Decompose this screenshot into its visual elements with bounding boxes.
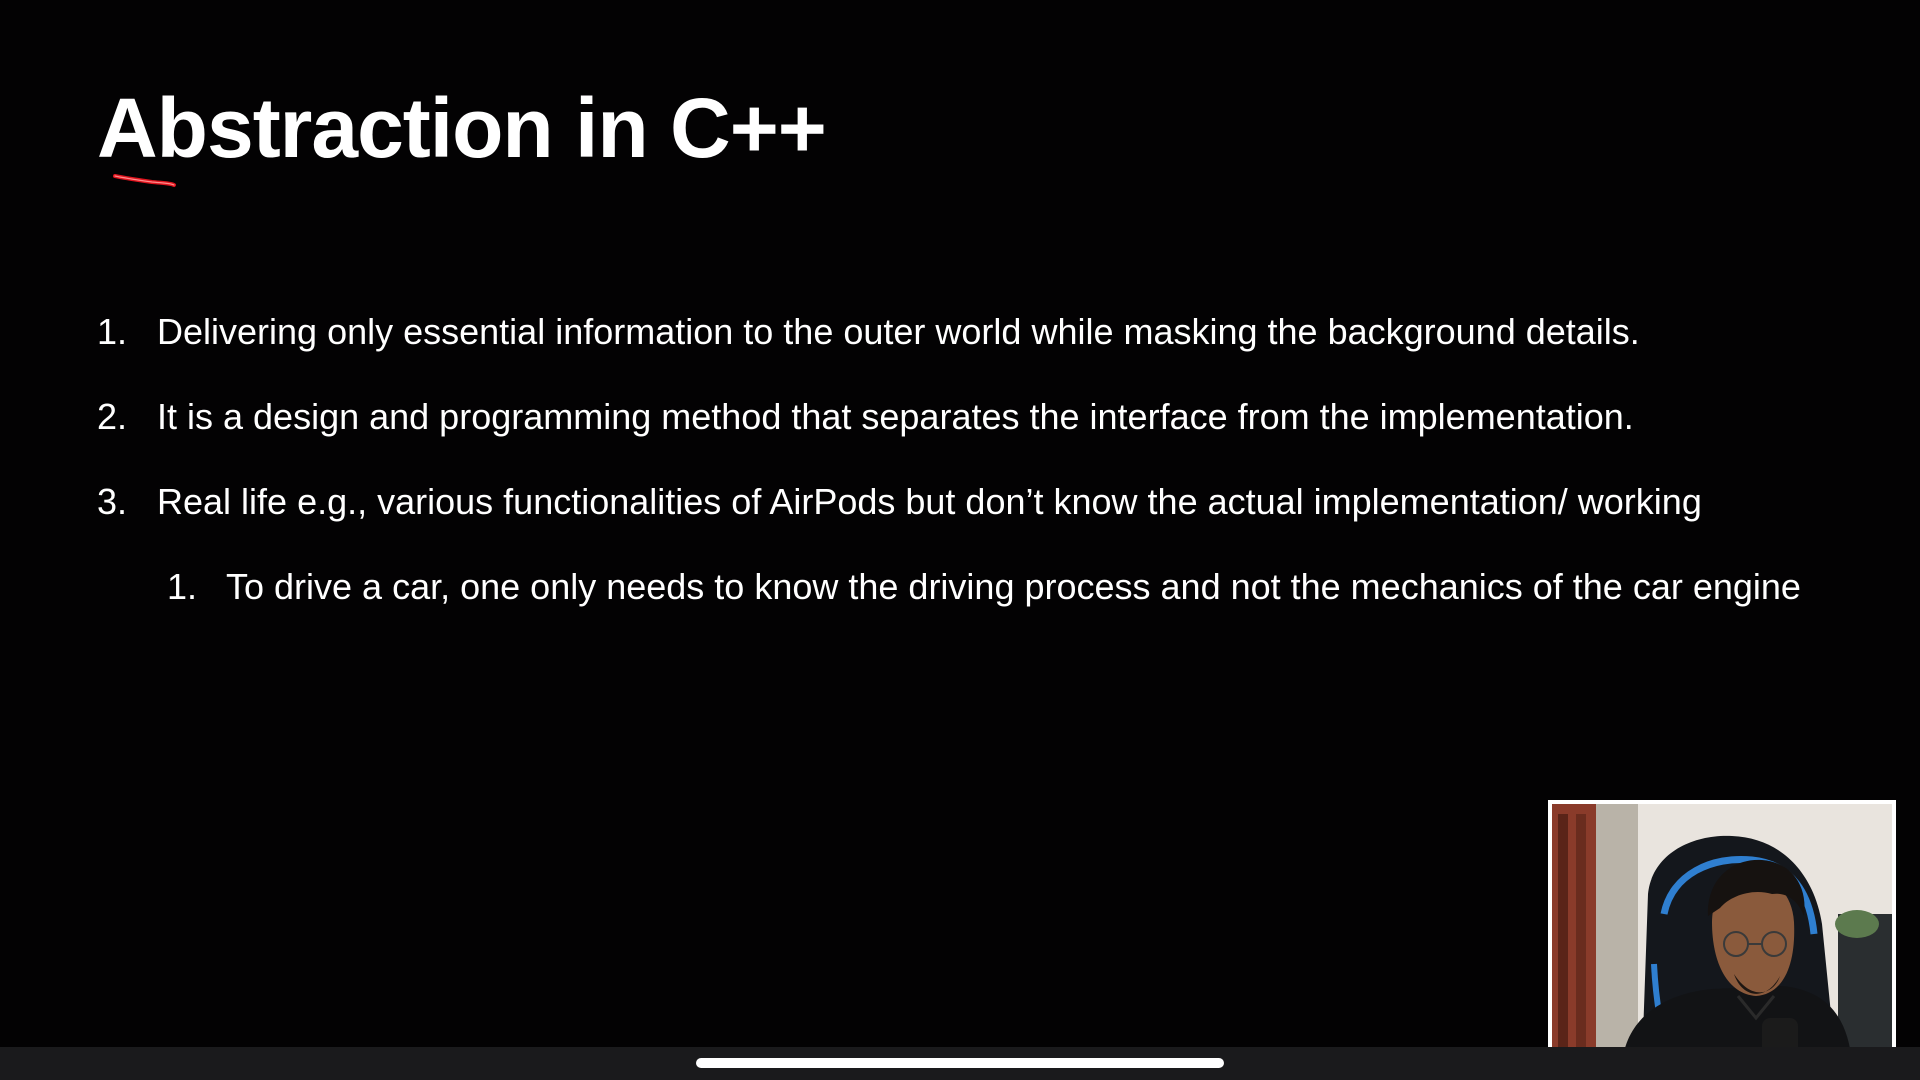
bullet-list: 1. Delivering only essential information…: [97, 311, 1837, 608]
sub-list-item-text: To drive a car, one only needs to know t…: [226, 566, 1801, 607]
presentation-screen: Abstraction in C++ 1. Delivering only es…: [0, 0, 1920, 1080]
sub-list-item: 1. To drive a car, one only needs to kno…: [167, 566, 1846, 608]
list-item-text: Real life e.g., various functionalities …: [157, 481, 1702, 522]
list-item-number: 1.: [97, 311, 128, 352]
list-item-text: Delivering only essential information to…: [157, 311, 1640, 352]
slide-title: Abstraction in C++: [97, 81, 827, 175]
list-item-text: It is a design and programming method th…: [157, 396, 1634, 437]
pen-annotation-stroke: [113, 174, 176, 187]
sub-list-item-number: 1.: [167, 566, 198, 607]
home-indicator[interactable]: [696, 1058, 1224, 1068]
list-item: 1. Delivering only essential information…: [97, 311, 1837, 353]
list-item: 3. Real life e.g., various functionaliti…: [97, 481, 1837, 523]
webcam-overlay: [1548, 800, 1896, 1068]
presenter-image: [1552, 804, 1892, 1064]
list-item-number: 2.: [97, 396, 128, 437]
list-item: 2. It is a design and programming method…: [97, 396, 1837, 438]
list-item-number: 3.: [97, 481, 128, 522]
